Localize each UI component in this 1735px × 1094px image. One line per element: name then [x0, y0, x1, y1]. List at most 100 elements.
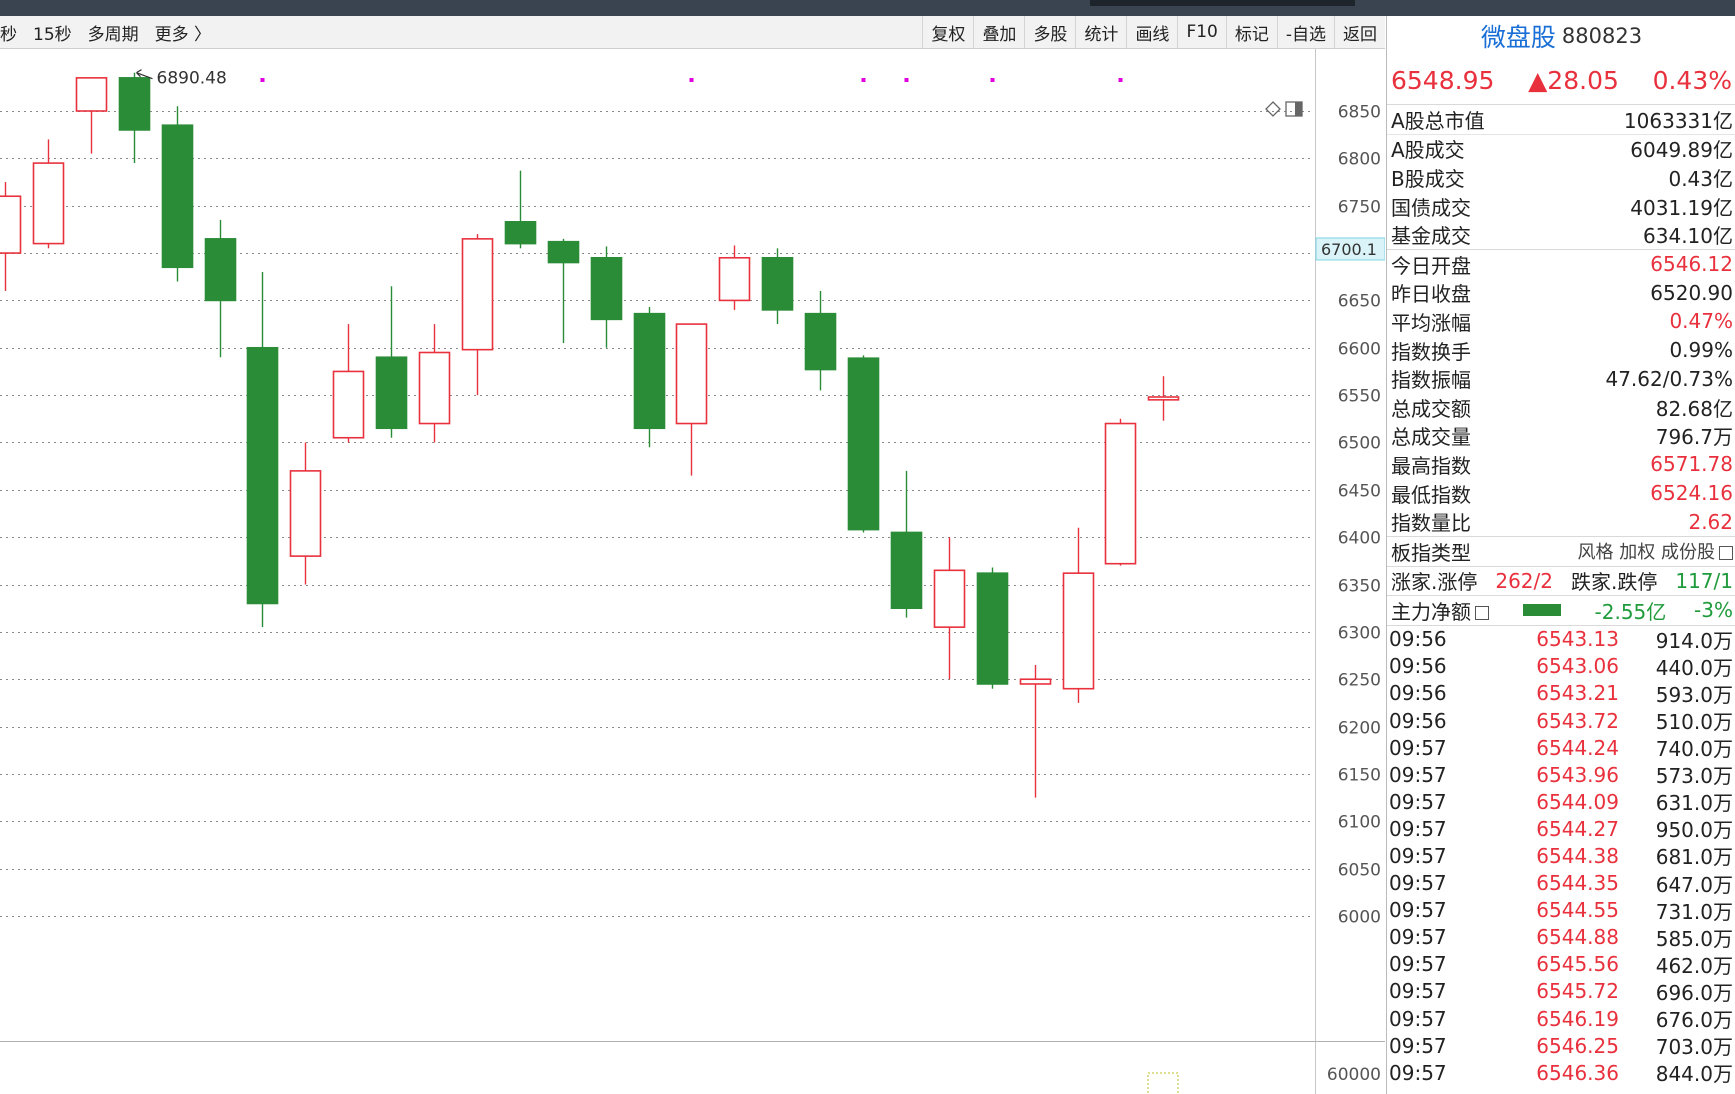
tick-volume: 676.0万	[1655, 1008, 1733, 1033]
last-price: 6548.95	[1391, 65, 1495, 95]
quote-sidebar: 微盘股 880823 6548.95 ▲28.05 0.43% A股总市值 10…	[1386, 16, 1735, 1094]
tick-volume: 462.0万	[1655, 953, 1733, 978]
signal-marker	[861, 78, 866, 82]
price-line: 6548.95 ▲28.05 0.43%	[1387, 56, 1735, 105]
down-candle	[976, 572, 1009, 685]
tick-price: 6544.35	[1536, 871, 1619, 896]
flow-percent: -3%	[1694, 598, 1733, 623]
tick-volume: 631.0万	[1655, 791, 1733, 816]
stat-row: 昨日收盘 6520.90	[1387, 279, 1735, 308]
down-candle	[118, 77, 151, 131]
up-candle	[289, 470, 322, 557]
flow-row: 主力净额 -2.55亿 -3%	[1387, 596, 1735, 625]
stat-label: 指数振幅	[1391, 368, 1471, 393]
price-tick-label: 6850	[1338, 103, 1381, 123]
period-tab[interactable]: 15秒	[33, 20, 72, 45]
board-type-value[interactable]: 风格 加权 成份股	[1578, 538, 1733, 564]
tick-volume: 440.0万	[1655, 655, 1733, 680]
stat-row: 国债成交 4031.19亿	[1387, 192, 1735, 221]
price-change: ▲28.05	[1528, 65, 1619, 95]
period-tabs: 秒 15秒 多周期 更多 〉	[0, 16, 227, 48]
stat-value: 6520.90	[1650, 280, 1733, 305]
tick-time: 09:57	[1389, 816, 1447, 841]
down-candle	[161, 124, 194, 269]
signal-marker	[904, 78, 909, 82]
flow-bar	[1522, 604, 1561, 617]
multi-stock-button[interactable]: 多股	[1024, 16, 1075, 48]
flow-label: 主力净额	[1391, 599, 1471, 624]
tick-row: 09:56 6543.06 440.0万	[1387, 653, 1735, 680]
stat-value: 47.62/0.73%	[1605, 366, 1733, 391]
index-name: 微盘股	[1480, 23, 1556, 52]
price-tick-label: 6050	[1338, 861, 1381, 881]
up-candle	[75, 77, 108, 112]
price-tick-label: 6150	[1338, 766, 1381, 786]
title-tab	[1090, 0, 1355, 6]
stat-label: 指数量比	[1391, 511, 1471, 536]
stat-row: A股成交 6049.89亿	[1387, 135, 1735, 164]
tick-time: 09:57	[1389, 952, 1447, 977]
up-candle	[933, 569, 966, 628]
draw-line-button[interactable]: 画线	[1126, 16, 1177, 48]
price-tick-label: 6200	[1338, 719, 1381, 739]
stat-label: 基金成交	[1391, 224, 1471, 249]
tick-list[interactable]: 09:56 6543.13 914.0万 09:56 6543.06 440.0万 09:5…	[1387, 626, 1735, 1087]
tick-volume: 510.0万	[1655, 710, 1733, 735]
stat-value: 6546.12	[1650, 252, 1733, 277]
diamond-icon[interactable]	[1265, 101, 1281, 117]
rights-adjust-button[interactable]: 复权	[922, 16, 973, 48]
tick-price: 6544.27	[1536, 816, 1619, 841]
stat-label: 今日开盘	[1391, 253, 1471, 278]
tick-row: 09:57 6544.24 740.0万	[1387, 734, 1735, 762]
tick-row: 09:56 6543.21 593.0万	[1387, 680, 1735, 707]
mark-button[interactable]: 标记	[1225, 16, 1277, 48]
f10-button[interactable]: F10	[1177, 16, 1225, 48]
percent-change: 0.43%	[1652, 65, 1732, 95]
tick-price: 6546.19	[1536, 1006, 1619, 1031]
price-tick-label: 6000	[1338, 908, 1381, 928]
stat-row: 指数换手 0.99%	[1387, 336, 1735, 365]
index-stats-section: 今日开盘 6546.12 昨日收盘 6520.90 平均涨幅 0.47% 指数换手 0.99%…	[1387, 250, 1735, 537]
down-candle	[890, 531, 923, 610]
tick-volume: 696.0万	[1655, 980, 1733, 1005]
down-candle	[847, 357, 880, 531]
stat-label: A股总市值	[1391, 108, 1485, 133]
overlay-button[interactable]: 叠加	[973, 16, 1024, 48]
statistics-button[interactable]: 统计	[1075, 16, 1126, 48]
tick-volume: 573.0万	[1655, 764, 1733, 789]
capital-flow-toggle[interactable]: 主力净额	[1391, 596, 1489, 625]
period-tab[interactable]: 秒	[0, 20, 17, 45]
more-menu[interactable]: 更多 〉	[155, 20, 211, 45]
tick-price: 6544.09	[1536, 789, 1619, 814]
up-candle	[461, 238, 494, 351]
up-candle	[1104, 422, 1137, 565]
stat-value: 1063331亿	[1623, 108, 1733, 133]
back-button[interactable]: 返回	[1334, 16, 1385, 48]
stat-value: 6571.78	[1650, 452, 1733, 477]
up-value: 262/2	[1495, 568, 1553, 593]
stat-value: 82.68亿	[1655, 396, 1733, 421]
tick-time: 09:57	[1389, 871, 1447, 896]
board-type-section: 板指类型 风格 加权 成份股	[1387, 537, 1735, 567]
candlestick-chart[interactable]: 6850680067506700665066006550650064506400…	[0, 49, 1385, 1094]
period-tab[interactable]: 多周期	[88, 20, 139, 45]
index-code: 880823	[1561, 24, 1643, 48]
down-label: 跌家.跌停	[1571, 570, 1658, 595]
tick-row: 09:57 6543.96 573.0万	[1387, 761, 1735, 789]
board-type-text: 风格 加权 成份股	[1577, 542, 1715, 564]
price-tick-label: 6300	[1338, 624, 1381, 644]
price-tick-label: 6500	[1338, 434, 1381, 454]
signal-marker	[689, 78, 694, 82]
stat-label: 最高指数	[1391, 453, 1471, 478]
tick-time: 09:56	[1389, 708, 1447, 733]
stat-value: 634.10亿	[1643, 224, 1733, 249]
signal-marker	[990, 78, 995, 82]
tick-time: 09:57	[1389, 789, 1447, 814]
tick-volume: 740.0万	[1655, 737, 1733, 762]
capital-flow-section: 主力净额 -2.55亿 -3%	[1387, 596, 1735, 626]
remove-watchlist-button[interactable]: -自选	[1276, 16, 1334, 48]
stat-label: A股成交	[1391, 138, 1465, 163]
down-value: 117/1	[1675, 568, 1733, 593]
signal-marker	[1118, 78, 1123, 82]
stat-label: B股成交	[1391, 166, 1465, 191]
